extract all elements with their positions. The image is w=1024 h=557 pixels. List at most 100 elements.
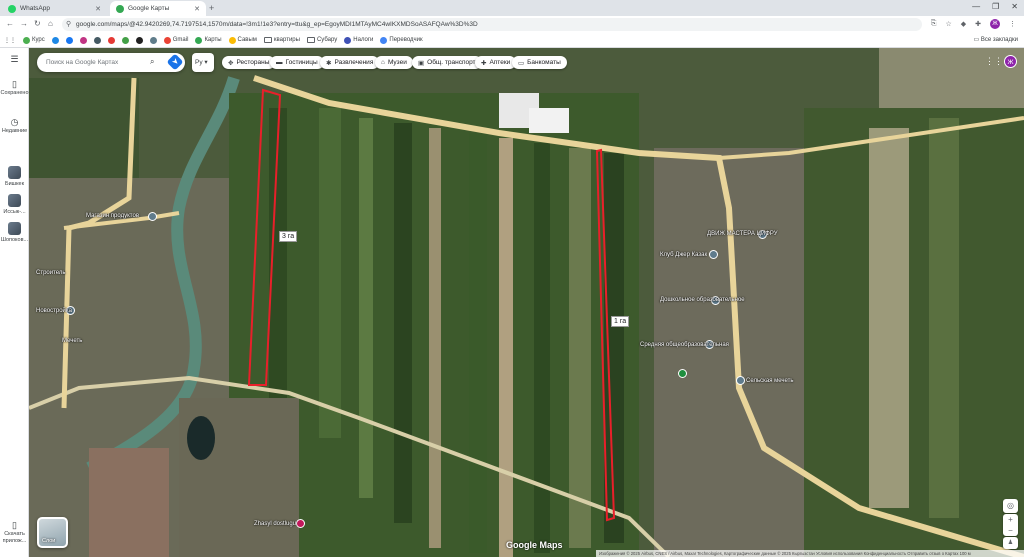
recent-button[interactable]: ◷ Недавние	[0, 118, 29, 135]
poi-pin[interactable]	[296, 519, 305, 528]
poi-label: Строитель	[36, 270, 66, 276]
recent-place-issyk[interactable]: Иссык-...	[0, 194, 29, 216]
maps-icon	[195, 36, 203, 44]
instagram-icon[interactable]	[79, 36, 87, 44]
map-imagery	[29, 48, 1024, 557]
recent-place-shopokov[interactable]: Шопоков...	[0, 222, 29, 244]
chip-atms[interactable]: ▭ Банкоматы	[512, 56, 567, 69]
poi-label: Дошкольное образовательное	[660, 297, 745, 303]
maps-side-rail: ☰ ▯ Сохранено ◷ Недавние Бишкек Иссык-... …	[0, 48, 29, 557]
tab-whatsapp[interactable]: WhatsApp ✕	[2, 1, 107, 16]
window-controls: — ❐ ✕	[972, 2, 1018, 11]
extensions-puzzle-icon[interactable]: ✚	[975, 20, 981, 28]
youtube-icon[interactable]	[107, 36, 115, 44]
chip-entertainment[interactable]: ✱ Развлечения	[320, 56, 380, 69]
shortcut-icon[interactable]	[149, 36, 157, 44]
bookmark-item[interactable]: Переводчик	[380, 36, 423, 44]
museum-icon: ⌂	[381, 59, 385, 66]
bookmark-star-icon[interactable]: ☆	[945, 20, 951, 28]
facebook-icon[interactable]	[65, 36, 73, 44]
zoom-out-button[interactable]: −	[1003, 525, 1018, 536]
poi-label: Новостройка	[36, 308, 72, 314]
atm-icon: ▭	[518, 59, 525, 67]
url-field[interactable]: ⚲ google.com/maps/@42.9420269,74.7197514…	[62, 18, 922, 31]
all-bookmarks-button[interactable]: ▭ Все закладки	[974, 36, 1018, 43]
park-pin[interactable]	[678, 369, 687, 378]
bed-icon: ▬	[276, 59, 283, 66]
bookmark-folder[interactable]: Субару	[306, 37, 337, 43]
bookmark-item[interactable]: Курс	[23, 36, 45, 44]
new-tab-button[interactable]: +	[209, 3, 214, 13]
reload-icon[interactable]: ↻	[34, 19, 41, 28]
download-app-button[interactable]: ▯ Скачать прилож...	[0, 520, 29, 545]
saved-button[interactable]: ▯ Сохранено	[0, 80, 29, 97]
poi-pin[interactable]	[709, 250, 718, 259]
map-attribution-footer: Изображения © 2025 Airbus, CNES / Airbus…	[596, 550, 1024, 557]
google-apps-icon[interactable]: ⋮⋮	[985, 56, 1003, 67]
bookmark-item[interactable]: Gmail	[163, 36, 188, 44]
close-icon[interactable]: ✕	[194, 5, 200, 13]
pegman-button[interactable]: ♟	[1003, 537, 1018, 549]
recent-place-bishkek[interactable]: Бишкек	[0, 166, 29, 188]
bookmark-favicon	[23, 36, 30, 44]
extension-icon[interactable]: ◆	[961, 20, 966, 28]
chip-museums[interactable]: ⌂ Музеи	[375, 56, 413, 69]
profile-avatar[interactable]: Ж	[990, 19, 1000, 29]
close-icon[interactable]: ✕	[95, 5, 101, 13]
poi-label: Магазин продуктов	[86, 213, 140, 219]
folder-icon	[263, 37, 272, 43]
forward-icon[interactable]: →	[20, 19, 28, 28]
poi-label: Клуб Джер Казак	[660, 252, 708, 258]
poi-pin[interactable]	[148, 212, 157, 221]
apps-grid-icon[interactable]: ⋮⋮	[4, 37, 16, 44]
zoom-in-button[interactable]: +	[1003, 514, 1018, 525]
directions-icon[interactable]: ➤	[166, 53, 184, 71]
search-input[interactable]: Поиск на Google Картах	[46, 59, 118, 66]
pharmacy-icon: ✚	[481, 59, 487, 67]
chip-hotels[interactable]: ▬ Гостиницы	[270, 56, 324, 69]
bookmark-item[interactable]: Налоги	[344, 36, 373, 44]
home-icon[interactable]: ⌂	[48, 19, 53, 28]
my-location-button[interactable]: ◎	[1003, 499, 1018, 513]
language-button[interactable]: Ру ▾	[192, 53, 214, 72]
chip-restaurants[interactable]: ✥ Рестораны	[222, 56, 276, 69]
map-search-box[interactable]: Поиск на Google Картах ⌕ ➤	[37, 53, 185, 72]
maps-icon	[116, 4, 124, 13]
shortcut-icon[interactable]	[121, 36, 129, 44]
phone-icon: ▯	[12, 520, 17, 530]
site-info-icon[interactable]: ⚲	[66, 20, 71, 28]
place-thumbnail	[8, 166, 21, 179]
shortcut-icon[interactable]	[93, 36, 101, 44]
search-icon[interactable]: ⌕	[150, 57, 154, 67]
chip-pharmacies[interactable]: ✚ Аптеки	[475, 56, 517, 69]
fork-knife-icon: ✥	[228, 59, 234, 67]
menu-button[interactable]: ☰	[0, 54, 29, 65]
close-window-icon[interactable]: ✕	[1011, 2, 1018, 11]
bookmark-item[interactable]: Савым	[228, 36, 257, 44]
layers-button[interactable]: Слои	[37, 517, 68, 548]
maximize-icon[interactable]: ❐	[992, 2, 999, 11]
whatsapp-icon	[8, 4, 16, 13]
browser-tab-bar: WhatsApp ✕ Google Карты ✕ + — ❐ ✕	[0, 0, 1024, 16]
google-maps-logo: Google Maps	[506, 540, 563, 550]
pegman-icon: ♟	[1007, 540, 1014, 546]
shortcut-icon[interactable]	[135, 36, 143, 44]
menu-icon[interactable]: ⋮	[1009, 20, 1016, 28]
chip-transit[interactable]: ▣ Общ. транспорт	[412, 56, 482, 69]
hamburger-icon: ☰	[10, 54, 19, 64]
account-avatar[interactable]: Ж	[1004, 55, 1017, 68]
bookmark-folder[interactable]: квартиры	[263, 37, 300, 43]
install-icon[interactable]: ⎘	[931, 20, 937, 28]
transit-icon: ▣	[418, 59, 425, 67]
tab-google-maps[interactable]: Google Карты ✕	[110, 1, 206, 16]
satellite-map[interactable]	[29, 48, 1024, 557]
telegram-icon[interactable]	[51, 36, 59, 44]
bookmark-item[interactable]: Карты	[195, 36, 222, 44]
back-icon[interactable]: ←	[6, 19, 14, 28]
poi-pin[interactable]	[736, 376, 745, 385]
minimize-icon[interactable]: —	[972, 2, 980, 11]
place-thumbnail	[8, 222, 21, 235]
bookmarks-bar: ⋮⋮ Курс Gmail Карты Савым квартиры Субар…	[0, 33, 1024, 48]
poi-label: Сельская мечеть	[746, 378, 794, 384]
poi-label: ДВИЖ МАСТЕРА ЦИФРУ	[707, 231, 778, 237]
